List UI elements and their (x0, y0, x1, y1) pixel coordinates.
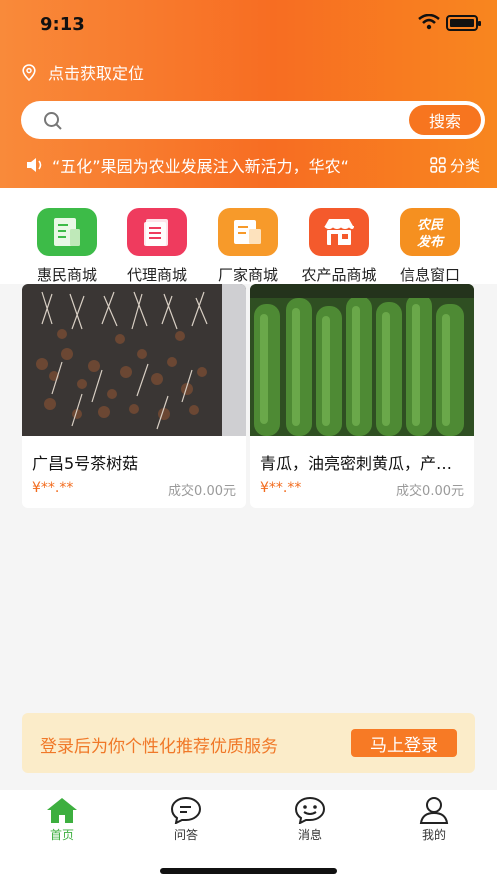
product-price: ¥**.** (32, 480, 74, 496)
tab-qa[interactable]: 问答 (141, 796, 231, 843)
tab-profile[interactable]: 我的 (389, 796, 479, 843)
category-label: 分类 (450, 156, 481, 175)
product-deal: 成交0.00元 (168, 484, 236, 499)
list-document-icon (127, 208, 187, 256)
quick-entry-agent[interactable]: 代理商城 (112, 208, 202, 285)
svg-text:农民: 农民 (417, 217, 444, 233)
quick-entry-label: 代理商城 (126, 266, 187, 284)
login-banner-text: 登录后为你个性化推荐优质服务 (40, 737, 278, 757)
location-label: 点击获取定位 (48, 64, 145, 83)
category-button[interactable]: 分类 (430, 152, 480, 178)
product-image-cucumber (250, 284, 474, 436)
notice-ticker[interactable]: “五化”果园为农业发展注入新活力，华农“ (26, 152, 410, 178)
farmer-publish-icon: 农民 发布 (400, 208, 460, 256)
document-icon (37, 208, 97, 256)
grid-icon (430, 157, 446, 173)
search-button[interactable]: 搜索 (409, 105, 481, 135)
quick-entry-label: 惠民商城 (36, 266, 97, 284)
quick-entry-farm-products[interactable]: 农产品商城 (294, 208, 384, 285)
notice-text: “五化”果园为农业发展注入新活力，华农“ (52, 157, 349, 176)
tab-label: 我的 (421, 828, 446, 842)
tab-label: 消息 (297, 828, 322, 842)
speaker-icon (27, 158, 42, 172)
login-banner: 登录后为你个性化推荐优质服务 马上登录 (22, 713, 475, 773)
location-pin-icon (22, 63, 36, 81)
tab-label: 首页 (49, 828, 74, 842)
status-time: 9:13 (40, 14, 85, 35)
login-button[interactable]: 马上登录 (351, 729, 457, 757)
status-bar: 9:13 (0, 0, 497, 50)
store-icon (309, 208, 369, 256)
header: 9:13 点击获取定位 搜索 “五化”果园为农业发展注入新活力，华农“ 分类 (0, 0, 497, 188)
product-card[interactable]: 广昌5号茶树菇 ¥**.** 成交0.00元 (22, 284, 246, 508)
quick-entry-label: 厂家商城 (217, 266, 278, 284)
message-icon (294, 796, 326, 824)
product-title: 青瓜，油亮密刺黄瓜，产地直供 (260, 454, 466, 473)
quick-entry-label: 农产品商城 (301, 266, 377, 284)
tab-home[interactable]: 首页 (17, 796, 107, 843)
quick-entry-factory[interactable]: 厂家商城 (203, 208, 293, 285)
notebook-icon (218, 208, 278, 256)
qa-icon (170, 796, 202, 824)
product-title: 广昌5号茶树菇 (32, 454, 139, 473)
quick-entry-grid: 惠民商城 代理商城 厂家商城 农产品商城 农民 发布 信息窗口 (0, 188, 497, 284)
product-price: ¥**.** (260, 480, 302, 496)
location-button[interactable]: 点击获取定位 (22, 60, 144, 84)
battery-icon (446, 15, 481, 31)
product-deal: 成交0.00元 (396, 484, 464, 499)
search-icon (44, 112, 62, 130)
svg-text:发布: 发布 (417, 234, 445, 250)
tab-messages[interactable]: 消息 (265, 796, 355, 843)
home-icon (47, 798, 77, 823)
quick-entry-label: 信息窗口 (399, 266, 460, 284)
profile-icon (419, 797, 449, 824)
tab-label: 问答 (173, 828, 198, 842)
search-bar[interactable]: 搜索 (21, 101, 485, 139)
product-image-mushroom (22, 284, 246, 436)
quick-entry-info-window[interactable]: 农民 发布 信息窗口 (385, 208, 475, 285)
wifi-icon (418, 14, 440, 30)
home-indicator (160, 868, 337, 874)
product-card[interactable]: 青瓜，油亮密刺黄瓜，产地直供 ¥**.** 成交0.00元 (250, 284, 474, 508)
quick-entry-huimin[interactable]: 惠民商城 (22, 208, 112, 285)
